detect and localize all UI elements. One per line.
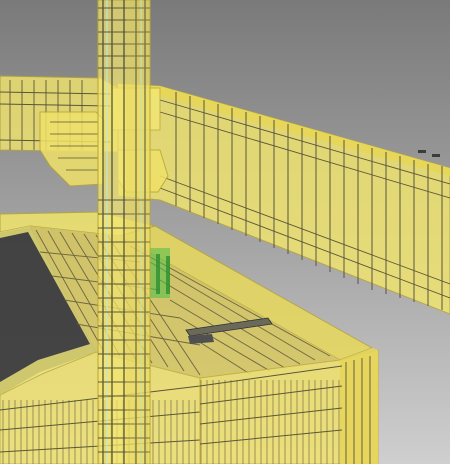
column xyxy=(97,0,151,464)
rebar-model-scene[interactable] xyxy=(0,0,450,464)
3d-viewport[interactable] xyxy=(0,0,450,464)
embedded-plate xyxy=(150,248,170,298)
